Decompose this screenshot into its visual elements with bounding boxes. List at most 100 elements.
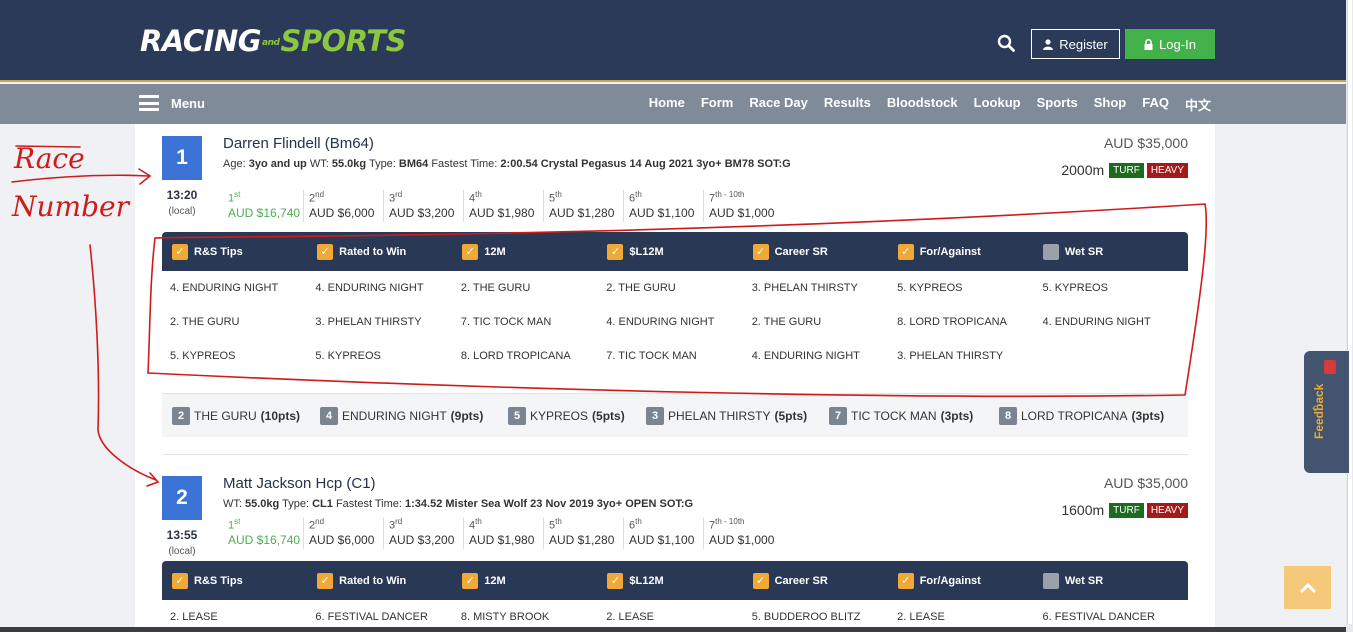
- scrollbar-thumb[interactable]: [1347, 0, 1352, 624]
- checkbox-checked-icon[interactable]: ✓: [317, 572, 334, 589]
- lock-icon: [1144, 38, 1153, 50]
- consensus-item[interactable]: 7 TIC TOCK MAN (3pts): [829, 406, 999, 425]
- annotation-label-number: Number: [12, 190, 129, 223]
- login-label: Log-In: [1159, 36, 1196, 52]
- table-row: 2. THE GURU 3. PHELAN THIRSTY 7. TIC TOC…: [170, 316, 1151, 328]
- prize-place: 7th - 10th AUD $1,000: [703, 517, 783, 549]
- tips-column-career-sr[interactable]: ✓ Career SR: [752, 572, 898, 589]
- consensus-item[interactable]: 3 PHELAN THIRSTY (5pts): [646, 406, 829, 425]
- checkbox-checked-icon[interactable]: ✓: [172, 243, 188, 260]
- consensus-item[interactable]: 5 KYPREOS (5pts): [508, 406, 646, 425]
- tips-column-l12m[interactable]: ✓ $L12M: [607, 572, 752, 589]
- nav-link-lookup[interactable]: Lookup: [974, 95, 1021, 114]
- tips-column-wet-sr[interactable]: Wet SR: [1042, 572, 1188, 589]
- checkbox-checked-icon[interactable]: ✓: [172, 572, 188, 589]
- tips-column-rated-to-win[interactable]: ✓ Rated to Win: [317, 243, 462, 260]
- prize-place: 2nd AUD $6,000: [303, 517, 383, 549]
- race-list: 1 13:20 (local) Darren Flindell (Bm64) A…: [135, 124, 1215, 632]
- prize-place: 2nd AUD $6,000: [303, 190, 383, 222]
- consensus-item[interactable]: 8 LORD TROPICANA (3pts): [999, 406, 1164, 425]
- register-button[interactable]: Register: [1031, 29, 1120, 59]
- nav-links: Home Form Race Day Results Bloodstock Lo…: [649, 95, 1211, 114]
- nav-link-race-day[interactable]: Race Day: [749, 95, 808, 114]
- checkbox-checked-icon[interactable]: ✓: [752, 243, 769, 260]
- login-button[interactable]: Log-In: [1125, 29, 1215, 59]
- race-distance: 1600m: [1061, 502, 1105, 518]
- prize-place: 3rd AUD $3,200: [383, 190, 463, 222]
- race-number-badge[interactable]: 2: [162, 476, 202, 520]
- race-timezone: (local): [168, 206, 196, 217]
- checkbox-unchecked-icon[interactable]: [1042, 243, 1059, 260]
- race-conditions: WT: 55.0kg Type: CL1 Fastest Time: 1:34.…: [223, 498, 694, 510]
- checkbox-checked-icon[interactable]: ✓: [317, 243, 334, 260]
- race-conditions: Age: 3yo and up WT: 55.0kg Type: BM64 Fa…: [223, 158, 791, 170]
- nav-link-home[interactable]: Home: [649, 95, 685, 114]
- prize-breakdown: 1st AUD $16,740 2nd AUD $6,000 3rd AUD $3,2…: [223, 517, 783, 549]
- menu-label: Menu: [171, 95, 205, 111]
- nav-link-results[interactable]: Results: [824, 95, 871, 114]
- nav-link-shop[interactable]: Shop: [1094, 95, 1127, 114]
- prize-place: 6th AUD $1,100: [623, 517, 703, 549]
- checkbox-checked-icon[interactable]: ✓: [607, 243, 624, 260]
- tips-column-wet-sr[interactable]: Wet SR: [1042, 243, 1188, 260]
- nav-link-faq[interactable]: FAQ: [1142, 95, 1169, 114]
- consensus-item[interactable]: 2 THE GURU (10pts): [172, 406, 320, 425]
- tips-header: ✓ R&S Tips ✓ Rated to Win ✓ 12M ✓ $L12M ✓ Car…: [162, 561, 1188, 600]
- site-header: RACINGandSPORTS Register Log-In: [0, 0, 1346, 82]
- tips-column-12m[interactable]: ✓ 12M: [462, 572, 607, 589]
- nav-link-chinese[interactable]: 中文: [1185, 95, 1211, 114]
- race-time: 13:20: [166, 188, 198, 202]
- tips-column-career-sr[interactable]: ✓ Career SR: [752, 243, 898, 260]
- nav-link-bloodstock[interactable]: Bloodstock: [887, 95, 958, 114]
- track-condition-badge: HEAVY: [1146, 502, 1188, 518]
- checkbox-checked-icon[interactable]: ✓: [462, 572, 479, 589]
- race-2: 2 13:55 (local) Matt Jackson Hcp (C1) WT…: [162, 464, 1188, 559]
- taskbar-strip: [0, 627, 1346, 632]
- tips-column-for-against[interactable]: ✓ For/Against: [897, 243, 1043, 260]
- tips-header: ✓ R&S Tips ✓ Rated to Win ✓ 12M ✓ $L12M ✓ Car…: [162, 232, 1188, 271]
- race-time: 13:55: [166, 528, 198, 542]
- prize-place: 6th AUD $1,100: [623, 190, 703, 222]
- race-name[interactable]: Darren Flindell (Bm64): [223, 135, 374, 152]
- tips-column-12m[interactable]: ✓ 12M: [462, 243, 607, 260]
- chevron-up-icon: [1299, 582, 1316, 593]
- user-icon: [1043, 38, 1054, 50]
- feedback-tab[interactable]: ‹ Feedback: [1304, 351, 1349, 473]
- tips-column-for-against[interactable]: ✓ For/Against: [897, 572, 1043, 589]
- race-2-tips-table: ✓ R&S Tips ✓ Rated to Win ✓ 12M ✓ $L12M ✓ Car…: [162, 561, 1188, 632]
- nav-link-form[interactable]: Form: [701, 95, 734, 114]
- consensus-item[interactable]: 4 ENDURING NIGHT (9pts): [320, 406, 508, 425]
- race-number-badge[interactable]: 1: [162, 136, 202, 180]
- table-row: 5. KYPREOS 5. KYPREOS 8. LORD TROPICANA …: [170, 350, 1004, 362]
- race-1-tips-table: ✓ R&S Tips ✓ Rated to Win ✓ 12M ✓ $L12M ✓ Car…: [162, 232, 1188, 373]
- race-distance-row: 2000m TURF HEAVY: [1061, 162, 1188, 178]
- menu-button[interactable]: Menu: [139, 95, 205, 111]
- tips-column-l12m[interactable]: ✓ $L12M: [607, 243, 752, 260]
- tips-column-rated-to-win[interactable]: ✓ Rated to Win: [317, 572, 462, 589]
- register-label: Register: [1059, 36, 1108, 52]
- checkbox-checked-icon[interactable]: ✓: [897, 572, 914, 589]
- race-distance: 2000m: [1061, 162, 1105, 178]
- checkbox-checked-icon[interactable]: ✓: [752, 572, 769, 589]
- checkbox-checked-icon[interactable]: ✓: [897, 243, 914, 260]
- checkbox-unchecked-icon[interactable]: [1042, 572, 1059, 589]
- search-icon[interactable]: [997, 34, 1015, 52]
- scroll-to-top-button[interactable]: [1284, 566, 1331, 609]
- race-distance-row: 1600m TURF HEAVY: [1061, 502, 1188, 518]
- race-1: 1 13:20 (local) Darren Flindell (Bm64) A…: [162, 124, 1188, 229]
- tips-column-rs-tips[interactable]: ✓ R&S Tips: [172, 572, 317, 589]
- tips-column-rs-tips[interactable]: ✓ R&S Tips: [172, 243, 317, 260]
- main-nav: Menu Home Form Race Day Results Bloodsto…: [0, 84, 1346, 124]
- surface-badge: TURF: [1109, 502, 1144, 518]
- checkbox-checked-icon[interactable]: ✓: [462, 243, 479, 260]
- race-name[interactable]: Matt Jackson Hcp (C1): [223, 475, 376, 492]
- feedback-label: Feedback: [1312, 383, 1326, 439]
- trash-icon[interactable]: [1324, 360, 1336, 374]
- checkbox-checked-icon[interactable]: ✓: [607, 572, 624, 589]
- prize-place: 1st AUD $16,740: [228, 517, 301, 547]
- race-prize-total: AUD $35,000: [1103, 475, 1188, 491]
- prize-place: 5th AUD $1,280: [543, 517, 623, 549]
- nav-link-sports[interactable]: Sports: [1037, 95, 1078, 114]
- site-logo[interactable]: RACINGandSPORTS: [140, 24, 406, 58]
- prize-breakdown: 1st AUD $16,740 2nd AUD $6,000 3rd AUD $3,2…: [223, 190, 783, 222]
